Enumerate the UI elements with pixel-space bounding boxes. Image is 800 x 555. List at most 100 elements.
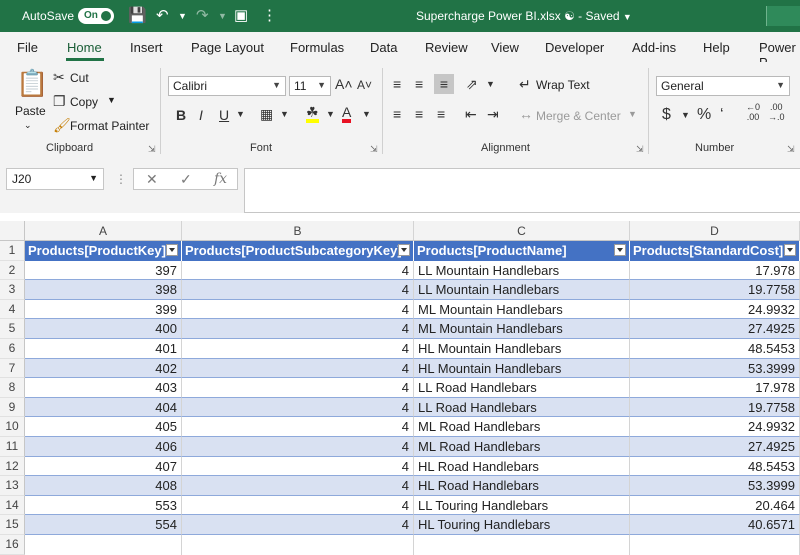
table-cell[interactable]: 17.978	[630, 378, 800, 398]
table-cell[interactable]: 53.3999	[630, 476, 800, 496]
table-cell[interactable]: 4	[182, 378, 414, 398]
table-cell[interactable]: 4	[182, 437, 414, 457]
save-icon[interactable]: 💾	[128, 6, 147, 26]
table-cell[interactable]: ML Road Handlebars	[414, 417, 630, 437]
table-header-cell[interactable]: Products[ProductSubcategoryKey]	[182, 241, 414, 261]
chevron-down-icon[interactable]: ▼	[623, 12, 632, 22]
percent-icon[interactable]: %	[697, 106, 711, 124]
table-cell[interactable]: 405	[25, 417, 182, 437]
font-name-select[interactable]: Calibri ▼	[168, 76, 286, 96]
currency-dropdown-icon[interactable]: ▼	[681, 110, 690, 120]
merge-dropdown-icon[interactable]: ▼	[628, 109, 637, 119]
font-color-icon[interactable]: A	[342, 105, 352, 123]
row-header[interactable]: 4	[0, 299, 25, 320]
table-cell[interactable]: 4	[182, 339, 414, 359]
table-cell[interactable]: 19.7758	[630, 280, 800, 300]
row-header[interactable]: 10	[0, 417, 25, 437]
table-cell[interactable]: 20.464	[630, 495, 800, 516]
fill-color-icon[interactable]: ☘	[306, 105, 319, 123]
borders-icon[interactable]: ▦	[260, 106, 273, 123]
align-top-icon[interactable]: ≡	[393, 76, 401, 92]
increase-font-icon[interactable]: A˄	[335, 76, 353, 92]
table-header-cell[interactable]: Products[ProductName]	[414, 241, 630, 261]
copy-button[interactable]: Copy	[70, 95, 98, 109]
tab-home[interactable]: Home	[67, 40, 102, 55]
orientation-dropdown-icon[interactable]: ▼	[486, 79, 495, 89]
table-cell[interactable]: ML Road Handlebars	[414, 437, 630, 457]
customize-quick-access-icon[interactable]: ⋮	[262, 6, 277, 26]
row-header[interactable]: 13	[0, 476, 25, 496]
row-header[interactable]: 3	[0, 280, 25, 300]
redo-dropdown-icon[interactable]: ▼	[218, 6, 227, 26]
number-format-select[interactable]: General ▼	[656, 76, 790, 96]
column-header-b[interactable]: B	[182, 221, 414, 241]
table-cell[interactable]: 17.978	[630, 260, 800, 281]
autosave-toggle[interactable]: On	[78, 8, 114, 24]
align-center-icon[interactable]: ≡	[415, 106, 423, 122]
undo-dropdown-icon[interactable]: ▼	[178, 6, 187, 26]
row-header[interactable]: 11	[0, 437, 25, 457]
table-cell[interactable]: 407	[25, 456, 182, 477]
row-header[interactable]: 8	[0, 378, 25, 398]
tab-insert[interactable]: Insert	[130, 40, 163, 55]
increase-decimal-icon[interactable]: ←0.00	[746, 102, 760, 122]
column-header-c[interactable]: C	[414, 221, 630, 241]
table-cell[interactable]: ML Mountain Handlebars	[414, 299, 630, 320]
comma-style-icon[interactable]: ‘	[720, 106, 724, 124]
align-left-icon[interactable]: ≡	[393, 106, 401, 122]
tab-file[interactable]: File	[17, 40, 38, 55]
fill-dropdown-icon[interactable]: ▼	[326, 109, 335, 119]
clipboard-launcher-icon[interactable]: ⇲	[148, 144, 156, 155]
undo-icon[interactable]: ↶	[156, 6, 169, 26]
align-middle-icon[interactable]: ≡	[415, 76, 423, 92]
row-header[interactable]: 14	[0, 495, 25, 516]
tab-data[interactable]: Data	[370, 40, 397, 55]
table-cell[interactable]: 404	[25, 397, 182, 418]
wrap-text-button[interactable]: Wrap Text	[536, 78, 590, 92]
table-cell[interactable]: 4	[182, 495, 414, 516]
table-cell[interactable]: LL Touring Handlebars	[414, 495, 630, 516]
font-launcher-icon[interactable]: ⇲	[370, 144, 378, 155]
tab-page-layout[interactable]: Page Layout	[191, 40, 264, 55]
table-cell[interactable]: 4	[182, 397, 414, 418]
select-all-button[interactable]	[0, 221, 25, 241]
table-cell[interactable]: 401	[25, 339, 182, 359]
table-cell[interactable]: 554	[25, 515, 182, 535]
tab-view[interactable]: View	[491, 40, 519, 55]
table-cell[interactable]: 4	[182, 515, 414, 535]
enter-icon[interactable]: ✓	[180, 171, 192, 188]
table-cell[interactable]: LL Mountain Handlebars	[414, 260, 630, 281]
filter-dropdown-icon[interactable]	[784, 244, 796, 256]
table-cell[interactable]: 4	[182, 358, 414, 379]
row-header[interactable]: 7	[0, 358, 25, 379]
orientation-icon[interactable]: ⇗	[466, 76, 478, 93]
table-cell[interactable]	[25, 535, 182, 555]
align-right-icon[interactable]: ≡	[437, 106, 445, 122]
table-cell[interactable]: 397	[25, 260, 182, 281]
borders-dropdown-icon[interactable]: ▼	[280, 109, 289, 119]
insert-function-icon[interactable]: fx	[214, 171, 227, 187]
camera-icon[interactable]: ▣	[234, 6, 248, 26]
table-cell[interactable]: 27.4925	[630, 319, 800, 339]
increase-indent-icon[interactable]: ⇥	[487, 106, 499, 123]
table-cell[interactable]: 4	[182, 476, 414, 496]
row-header[interactable]: 16	[0, 535, 25, 555]
merge-center-button[interactable]: Merge & Center	[536, 109, 621, 123]
table-cell[interactable]: 24.9932	[630, 417, 800, 437]
table-cell[interactable]: HL Touring Handlebars	[414, 515, 630, 535]
table-cell[interactable]: 27.4925	[630, 437, 800, 457]
table-cell[interactable]	[630, 535, 800, 555]
table-cell[interactable]: 53.3999	[630, 358, 800, 379]
align-bottom-icon[interactable]: ≡	[434, 74, 454, 94]
decrease-font-icon[interactable]: A˅	[357, 78, 372, 92]
table-cell[interactable]: HL Mountain Handlebars	[414, 339, 630, 359]
decrease-decimal-icon[interactable]: .00 →.0	[768, 102, 785, 122]
table-cell[interactable]: LL Mountain Handlebars	[414, 280, 630, 300]
format-painter-button[interactable]: Format Painter	[70, 119, 149, 133]
table-cell[interactable]: LL Road Handlebars	[414, 397, 630, 418]
tab-developer[interactable]: Developer	[545, 40, 604, 55]
table-cell[interactable]: 406	[25, 437, 182, 457]
copy-dropdown-icon[interactable]: ▼	[107, 95, 116, 105]
table-cell[interactable]: 19.7758	[630, 397, 800, 418]
redo-icon[interactable]: ↷	[196, 6, 209, 26]
